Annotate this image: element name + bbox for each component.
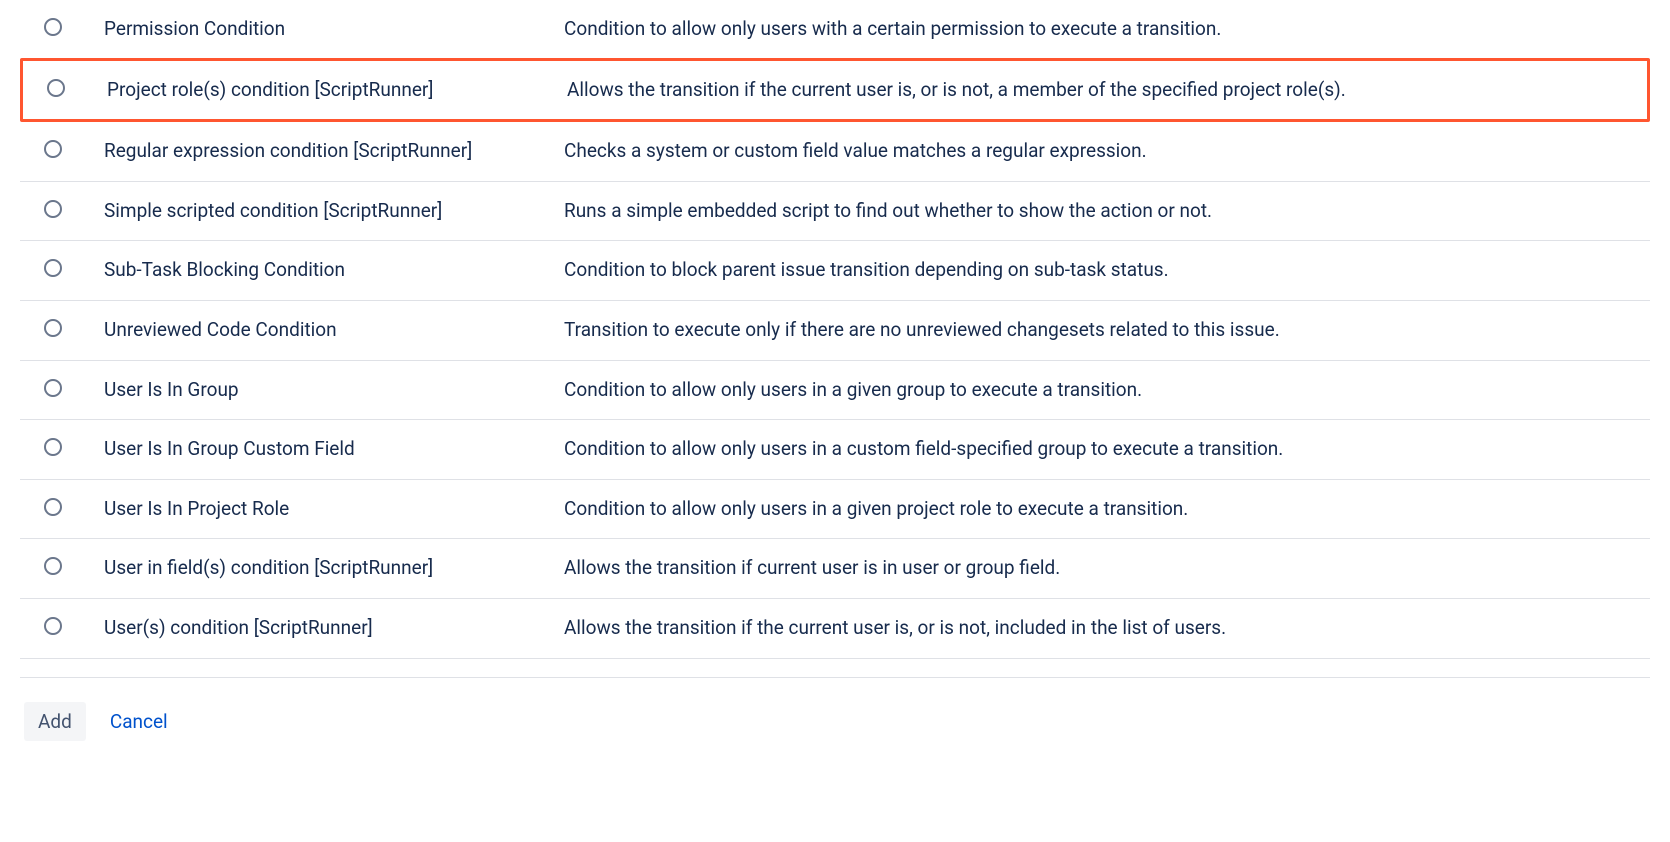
- condition-name: User Is In Project Role: [104, 496, 564, 523]
- radio-wrapper: [44, 317, 104, 337]
- radio-wrapper: [44, 257, 104, 277]
- condition-name: User in field(s) condition [ScriptRunner…: [104, 555, 564, 582]
- condition-radio[interactable]: [44, 438, 62, 456]
- condition-name: Sub-Task Blocking Condition: [104, 257, 564, 284]
- condition-description: Condition to allow only users in a given…: [564, 496, 1634, 523]
- condition-name: Project role(s) condition [ScriptRunner]: [107, 77, 567, 104]
- condition-description: Runs a simple embedded script to find ou…: [564, 198, 1634, 225]
- condition-description: Condition to allow only users in a custo…: [564, 436, 1634, 463]
- radio-wrapper: [44, 16, 104, 36]
- condition-row[interactable]: Permission ConditionCondition to allow o…: [20, 0, 1650, 60]
- condition-radio[interactable]: [44, 498, 62, 516]
- condition-row[interactable]: Project role(s) condition [ScriptRunner]…: [20, 58, 1650, 123]
- condition-description: Allows the transition if current user is…: [564, 555, 1634, 582]
- condition-radio[interactable]: [44, 319, 62, 337]
- condition-radio[interactable]: [47, 79, 65, 97]
- condition-name: User(s) condition [ScriptRunner]: [104, 615, 564, 642]
- condition-row[interactable]: Simple scripted condition [ScriptRunner]…: [20, 182, 1650, 242]
- condition-row[interactable]: User Is In GroupCondition to allow only …: [20, 361, 1650, 421]
- condition-row[interactable]: User(s) condition [ScriptRunner]Allows t…: [20, 599, 1650, 659]
- condition-radio[interactable]: [44, 557, 62, 575]
- condition-name: Regular expression condition [ScriptRunn…: [104, 138, 564, 165]
- condition-radio[interactable]: [44, 200, 62, 218]
- radio-wrapper: [44, 377, 104, 397]
- condition-name: User Is In Group Custom Field: [104, 436, 564, 463]
- condition-description: Allows the transition if the current use…: [564, 615, 1634, 642]
- condition-radio[interactable]: [44, 18, 62, 36]
- add-button[interactable]: Add: [24, 702, 86, 741]
- condition-radio[interactable]: [44, 259, 62, 277]
- condition-description: Condition to allow only users with a cer…: [564, 16, 1634, 43]
- condition-row[interactable]: User Is In Project RoleCondition to allo…: [20, 480, 1650, 540]
- radio-wrapper: [44, 615, 104, 635]
- cancel-link[interactable]: Cancel: [110, 710, 168, 733]
- condition-row[interactable]: Unreviewed Code ConditionTransition to e…: [20, 301, 1650, 361]
- condition-description: Checks a system or custom field value ma…: [564, 138, 1634, 165]
- radio-wrapper: [44, 555, 104, 575]
- condition-description: Condition to block parent issue transiti…: [564, 257, 1634, 284]
- condition-row[interactable]: Sub-Task Blocking ConditionCondition to …: [20, 241, 1650, 301]
- condition-name: Unreviewed Code Condition: [104, 317, 564, 344]
- condition-description: Allows the transition if the current use…: [567, 77, 1631, 104]
- radio-wrapper: [44, 198, 104, 218]
- radio-wrapper: [44, 138, 104, 158]
- condition-name: User Is In Group: [104, 377, 564, 404]
- radio-wrapper: [44, 436, 104, 456]
- condition-description: Transition to execute only if there are …: [564, 317, 1634, 344]
- condition-radio[interactable]: [44, 617, 62, 635]
- radio-wrapper: [44, 496, 104, 516]
- condition-name: Simple scripted condition [ScriptRunner]: [104, 198, 564, 225]
- condition-radio[interactable]: [44, 140, 62, 158]
- radio-wrapper: [47, 77, 107, 97]
- condition-row[interactable]: User in field(s) condition [ScriptRunner…: [20, 539, 1650, 599]
- condition-radio[interactable]: [44, 379, 62, 397]
- condition-row[interactable]: Regular expression condition [ScriptRunn…: [20, 122, 1650, 182]
- condition-description: Condition to allow only users in a given…: [564, 377, 1634, 404]
- condition-name: Permission Condition: [104, 16, 564, 43]
- footer-bar: Add Cancel: [20, 677, 1650, 765]
- condition-list: Permission ConditionCondition to allow o…: [20, 0, 1650, 659]
- condition-row[interactable]: User Is In Group Custom FieldCondition t…: [20, 420, 1650, 480]
